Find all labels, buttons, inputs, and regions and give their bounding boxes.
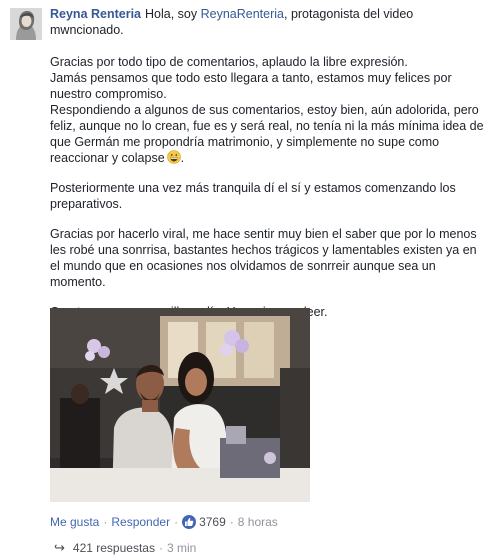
p1-line-last: reaccionar y colapse.: [50, 150, 185, 165]
comment: Reyna Renteria Hola, soy ReynaRenteria, p…: [0, 0, 496, 560]
comment-timestamp[interactable]: 8 horas: [238, 515, 278, 529]
intro-rest-1: , protagonista del video: [284, 7, 414, 21]
separator-dot: ·: [158, 541, 163, 555]
p1-line: nuestro compromiso.: [50, 87, 167, 101]
like-button[interactable]: Me gusta: [50, 515, 99, 529]
comment-intro: Reyna Renteria Hola, soy ReynaRenteria, p…: [50, 6, 486, 38]
reply-button[interactable]: Responder: [111, 515, 170, 529]
paragraph-3: Gracias por hacerlo viral, me hace senti…: [50, 226, 486, 290]
view-replies[interactable]: ↪ 421 respuestas · 3 min: [54, 540, 196, 556]
p1-line: que Germán me propondría matrimonio, y s…: [50, 135, 440, 149]
p2-line: preparativos.: [50, 197, 123, 211]
like-count[interactable]: 3769: [199, 515, 226, 529]
intro-rest-2: mwncionado.: [50, 23, 124, 37]
intro-text: Hola, soy: [145, 7, 198, 21]
separator-dot: ·: [103, 515, 108, 529]
p1-line: Jamás pensamos que todo esto llegara a t…: [50, 71, 452, 85]
p3-line: les robé una sonrrisa, bastantes hechos …: [50, 243, 477, 257]
avatar[interactable]: [10, 8, 42, 40]
replies-count[interactable]: 421 respuestas: [73, 541, 155, 555]
separator-dot: ·: [174, 515, 179, 529]
p3-line: momento.: [50, 275, 106, 289]
like-thumb-icon[interactable]: [182, 515, 197, 529]
comment-photo[interactable]: [50, 308, 310, 502]
p1-line: Gracias por todo tipo de comentarios, ap…: [50, 55, 408, 69]
paragraph-2: Posteriormente una vez más tranquila dí …: [50, 180, 486, 212]
paragraph-1: Gracias por todo tipo de comentarios, ap…: [50, 54, 486, 166]
p3-line: el mundo que en ocasiones nos olvidamos …: [50, 259, 436, 273]
comment-body: Reyna Renteria Hola, soy ReynaRenteria, p…: [50, 6, 486, 334]
p1-line: Respondiendo a algunos de sus comentario…: [50, 103, 479, 117]
author-name[interactable]: Reyna Renteria: [50, 7, 141, 21]
p1-line: reaccionar y colapse: [50, 151, 165, 165]
reply-arrow-icon: ↪: [54, 540, 65, 555]
p3-line: Gracias por hacerlo viral, me hace senti…: [50, 227, 477, 241]
grinning-face-emoji-icon: [166, 150, 181, 164]
p1-line: feliz, aunque no lo crean, fue es y será…: [50, 119, 484, 133]
separator-dot: ·: [229, 515, 234, 529]
replies-timestamp: 3 min: [166, 541, 197, 555]
comment-actions: Me gusta · Responder · 3769 · 8 horas: [50, 515, 278, 529]
mention-link[interactable]: ReynaRenteria: [201, 7, 284, 21]
p2-line: Posteriormente una vez más tranquila dí …: [50, 181, 456, 195]
